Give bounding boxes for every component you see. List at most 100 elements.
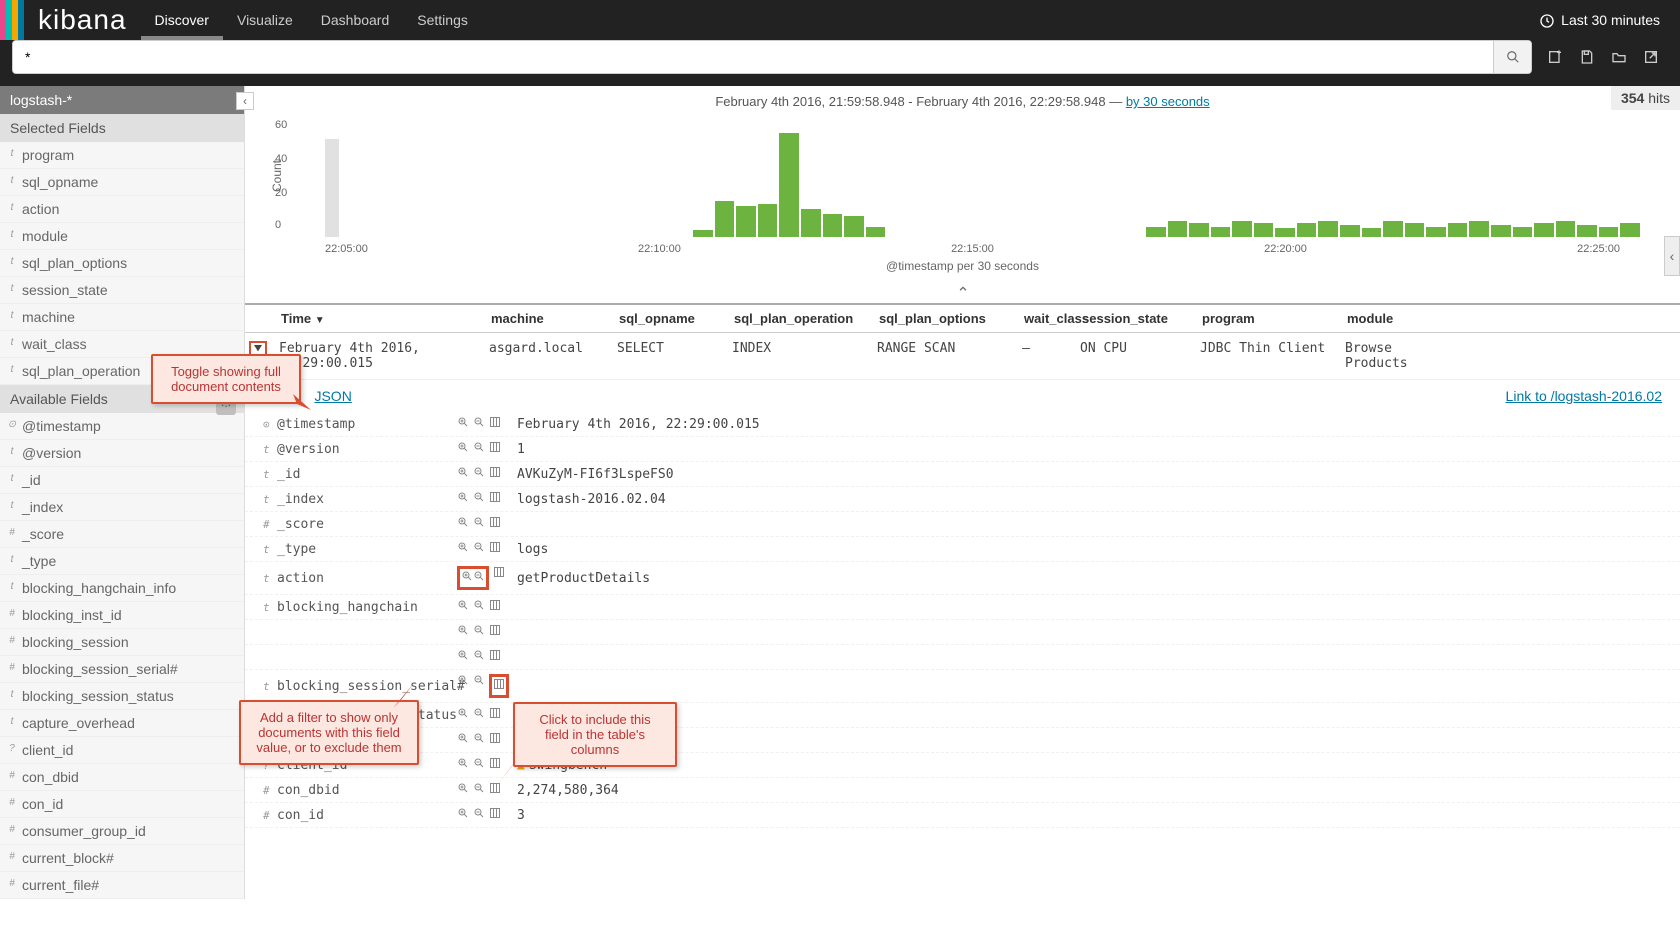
sidebar-field-item[interactable]: #_score [0, 521, 244, 548]
nav-dashboard[interactable]: Dashboard [307, 0, 404, 40]
toggle-column-icon[interactable] [489, 599, 501, 615]
histogram-bar[interactable] [1534, 223, 1554, 237]
interval-link[interactable]: by 30 seconds [1126, 94, 1210, 109]
filter-in-icon[interactable] [457, 649, 469, 665]
histogram-bar[interactable] [823, 214, 843, 237]
histogram-bar[interactable] [1275, 228, 1295, 237]
index-pattern-selector[interactable]: logstash-* [0, 86, 244, 114]
histogram-bar[interactable] [1297, 223, 1317, 237]
nav-visualize[interactable]: Visualize [223, 0, 307, 40]
sidebar-field-item[interactable]: tmachine [0, 304, 244, 331]
toggle-column-icon[interactable] [489, 624, 501, 640]
histogram-bar[interactable] [1146, 227, 1166, 237]
toggle-column-icon[interactable] [489, 707, 501, 723]
histogram-bar[interactable] [693, 230, 713, 237]
histogram-bar[interactable] [1599, 227, 1619, 237]
new-search-icon[interactable] [1544, 46, 1566, 68]
filter-in-icon[interactable] [457, 516, 469, 532]
toggle-column-icon[interactable] [489, 441, 501, 457]
sidebar-field-item[interactable]: tblocking_session_status [0, 683, 244, 710]
toggle-column-icon[interactable] [493, 566, 505, 590]
filter-in-icon[interactable] [457, 807, 469, 823]
search-input[interactable] [13, 41, 1493, 73]
toggle-column-icon[interactable] [489, 649, 501, 665]
filter-in-icon[interactable] [457, 541, 469, 557]
filter-in-icon[interactable] [457, 782, 469, 798]
filter-out-icon[interactable] [473, 466, 485, 482]
sidebar-field-item[interactable]: t_index [0, 494, 244, 521]
filter-out-icon[interactable] [473, 516, 485, 532]
time-range-label[interactable]: Last 30 minutes [1561, 12, 1660, 28]
histogram-bar[interactable] [1211, 227, 1231, 237]
filter-out-icon[interactable] [473, 807, 485, 823]
histogram-bar[interactable] [1383, 221, 1403, 237]
histogram-bar[interactable] [1168, 221, 1188, 237]
sidebar-field-item[interactable]: #current_block# [0, 845, 244, 872]
filter-out-icon[interactable] [473, 599, 485, 615]
filter-out-icon[interactable] [473, 782, 485, 798]
histogram-bar[interactable] [1577, 225, 1597, 237]
histogram-bar[interactable] [1491, 225, 1511, 237]
histogram-bar[interactable] [1232, 221, 1252, 237]
histogram-bar[interactable] [758, 204, 778, 237]
sidebar-field-item[interactable]: tsql_opname [0, 169, 244, 196]
sidebar-field-item[interactable]: tcapture_overhead [0, 710, 244, 737]
toggle-column-icon[interactable] [489, 416, 501, 432]
toggle-column-icon[interactable] [489, 732, 501, 748]
filter-in-icon[interactable] [457, 757, 469, 773]
nav-settings[interactable]: Settings [403, 0, 482, 40]
toggle-column-icon[interactable] [489, 541, 501, 557]
doc-permalink[interactable]: Link to /logstash-2016.02 [1506, 388, 1662, 404]
share-icon[interactable] [1640, 46, 1662, 68]
open-search-icon[interactable] [1608, 46, 1630, 68]
filter-in-icon[interactable] [457, 732, 469, 748]
histogram-chart[interactable]: Count 60 40 20 0 22:05:00 22:10:00 22:15… [305, 119, 1640, 259]
filter-in-icon[interactable] [457, 466, 469, 482]
filter-out-icon[interactable] [473, 674, 485, 698]
filter-in-icon[interactable] [457, 599, 469, 615]
histogram-bar[interactable] [1405, 223, 1425, 237]
sidebar-field-item[interactable]: tsql_plan_options [0, 250, 244, 277]
right-collapse-handle[interactable]: ‹ [1664, 236, 1680, 276]
histogram-bar[interactable] [1254, 223, 1274, 237]
histogram-bar[interactable] [1362, 228, 1382, 237]
histogram-bar[interactable] [715, 201, 735, 237]
sidebar-field-item[interactable]: #blocking_session [0, 629, 244, 656]
toggle-column-icon[interactable] [489, 466, 501, 482]
histogram-bar[interactable] [801, 209, 821, 237]
sidebar-field-item[interactable]: #consumer_group_id [0, 818, 244, 845]
filter-out-icon[interactable] [473, 441, 485, 457]
sidebar-field-item[interactable]: #current_file# [0, 872, 244, 899]
col-header-sql-plan-options[interactable]: sql_plan_options [871, 305, 1016, 332]
histogram-bar[interactable] [844, 216, 864, 237]
filter-in-icon[interactable] [457, 416, 469, 432]
sidebar-field-item[interactable]: t@version [0, 440, 244, 467]
histogram-bar[interactable] [1426, 227, 1446, 237]
filter-in-icon[interactable] [461, 570, 473, 586]
col-header-program[interactable]: program [1194, 305, 1339, 332]
save-search-icon[interactable] [1576, 46, 1598, 68]
sidebar-field-item[interactable]: ⊙@timestamp [0, 413, 244, 440]
col-header-sql-plan-operation[interactable]: sql_plan_operation [726, 305, 871, 332]
filter-out-icon[interactable] [473, 707, 485, 723]
toggle-column-icon[interactable] [489, 491, 501, 507]
toggle-column-icon[interactable] [489, 516, 501, 532]
filter-in-icon[interactable] [457, 707, 469, 723]
sidebar-field-item[interactable]: t_type [0, 548, 244, 575]
col-header-module[interactable]: module [1339, 305, 1419, 332]
sidebar-field-item[interactable]: t_id [0, 467, 244, 494]
filter-out-icon[interactable] [473, 541, 485, 557]
histogram-bar[interactable] [1340, 225, 1360, 237]
sidebar-field-item[interactable]: #blocking_inst_id [0, 602, 244, 629]
filter-out-icon[interactable] [473, 732, 485, 748]
sidebar-field-item[interactable]: #con_id [0, 791, 244, 818]
toggle-column-icon[interactable] [493, 678, 505, 694]
sidebar-field-item[interactable]: tsession_state [0, 277, 244, 304]
histogram-bar[interactable] [1318, 221, 1338, 237]
histogram-bar[interactable] [1189, 223, 1209, 237]
sidebar-field-item[interactable]: tprogram [0, 142, 244, 169]
sidebar-field-item[interactable]: #blocking_session_serial# [0, 656, 244, 683]
filter-in-icon[interactable] [457, 441, 469, 457]
search-button[interactable] [1493, 41, 1531, 73]
col-header-time[interactable]: Time ▼ [273, 305, 483, 332]
